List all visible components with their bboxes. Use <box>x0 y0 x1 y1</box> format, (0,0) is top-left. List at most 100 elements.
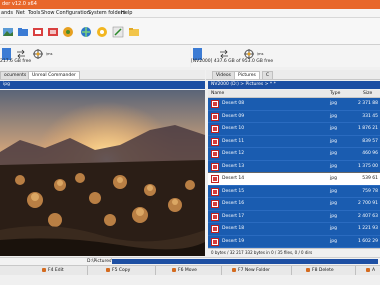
f8-delete-icon <box>306 268 310 272</box>
f9-icon <box>366 268 370 272</box>
file-size: 331 45 <box>362 113 378 119</box>
file-list-header: Name Type Size <box>208 90 380 98</box>
command-line: D:\Pictures\> <box>0 257 380 265</box>
window-title: der v12.0 x64 <box>2 1 37 7</box>
command-line-input[interactable] <box>112 259 378 264</box>
f6-move-button[interactable]: F6 Move <box>170 266 222 275</box>
settings-icon[interactable] <box>96 26 108 38</box>
f7-new-folder-icon <box>232 268 236 272</box>
pack-icon[interactable] <box>62 26 74 38</box>
file-row[interactable]: Desert 15 jpg 759 78 <box>208 185 380 198</box>
file-name: Desert 19 <box>222 238 245 244</box>
image-file-icon <box>211 212 219 221</box>
right-status-text: 0 bytes / 32 217 332 bytes in 0 / 35 fil… <box>211 250 313 255</box>
file-type: jpg <box>330 213 337 219</box>
file-list[interactable]: Desert 08 jpg 2 371 88 Desert 09 jpg 331 45 De… <box>208 98 380 248</box>
file-size: 2 407 63 <box>357 213 378 219</box>
f9-button[interactable]: A <box>364 266 380 275</box>
tab-documents[interactable]: ocuments <box>0 71 31 79</box>
menu-item-system-folders[interactable]: System folders <box>88 9 125 17</box>
file-type: jpg <box>330 201 337 206</box>
right-path-bar[interactable]: NV2000 (D:) > Pictures > * * <box>208 81 380 89</box>
tab-unreal-commander[interactable]: Unreal Commander <box>28 71 80 79</box>
f6-move-icon <box>172 268 176 272</box>
menu-item-net[interactable]: Net <box>16 9 25 17</box>
file-row[interactable]: Desert 10 jpg 1 876 21 <box>208 123 380 136</box>
file-size: 1 876 21 <box>357 126 378 131</box>
left-path: ipg <box>3 82 10 87</box>
file-size: 759 78 <box>362 188 378 194</box>
file-row[interactable]: Desert 11 jpg 839 57 <box>208 135 380 148</box>
file-row[interactable]: Desert 18 jpg 1 221 93 <box>208 223 380 236</box>
file-row[interactable]: Desert 16 jpg 2 700 91 <box>208 198 380 211</box>
right-drive-bar: \ms [NV2000] 437.6 GB of 953.0 GB free <box>191 45 380 67</box>
compare-icon[interactable] <box>112 26 124 38</box>
file-type: jpg <box>330 238 337 244</box>
tree-icon[interactable] <box>47 26 59 38</box>
menu-item-tools[interactable]: Tools <box>28 9 40 17</box>
file-row[interactable]: Desert 08 jpg 2 371 88 <box>208 98 380 111</box>
network-label: \ms <box>46 52 53 56</box>
file-name: Desert 09 <box>222 113 245 119</box>
tab-videos[interactable]: Videos <box>212 71 235 79</box>
image-file-icon <box>211 125 219 133</box>
f8-delete-button[interactable]: F8 Delete <box>304 266 356 275</box>
file-row[interactable]: Desert 09 jpg 331 45 <box>208 110 380 123</box>
open-folder-icon[interactable] <box>128 26 140 38</box>
file-type: jpg <box>330 113 337 119</box>
column-name[interactable]: Name <box>211 90 224 97</box>
toolbar <box>0 18 380 45</box>
tab-pictures[interactable]: Pictures <box>234 71 260 79</box>
f4-edit-button[interactable]: F4 Edit <box>40 266 88 275</box>
menu-item-commands[interactable]: ands <box>1 9 13 17</box>
column-size[interactable]: Size <box>363 90 372 97</box>
file-size: 460 96 <box>362 151 378 156</box>
file-row[interactable]: Desert 13 jpg 1 375 00 <box>208 160 380 173</box>
menu-item-show[interactable]: Show <box>41 9 55 17</box>
window-bottom <box>0 275 380 285</box>
search-icon[interactable] <box>80 26 92 38</box>
menu-bar: ands Net Tools Show Configuration System… <box>0 9 380 18</box>
file-row[interactable]: Desert 14 jpg 539 61 <box>208 172 380 187</box>
file-type: jpg <box>330 101 337 106</box>
image-file-icon <box>211 175 219 183</box>
f5-copy-button[interactable]: F5 Copy <box>104 266 156 275</box>
left-path-bar[interactable]: ipg <box>0 81 205 89</box>
image-file-icon <box>211 187 219 196</box>
image-file-icon <box>211 225 219 233</box>
tab-c[interactable]: C <box>262 71 274 79</box>
image-file-icon <box>211 150 219 158</box>
f4-edit-icon <box>42 268 46 272</box>
column-type[interactable]: Type <box>330 90 340 97</box>
image-file-icon <box>211 162 219 171</box>
file-name: Desert 16 <box>222 201 245 206</box>
file-name: Desert 18 <box>222 226 245 231</box>
file-name: Desert 10 <box>222 126 245 131</box>
folder-icon[interactable] <box>17 26 29 38</box>
file-size: 839 57 <box>362 138 378 144</box>
image-file-icon <box>211 237 219 246</box>
f7-new-folder-button[interactable]: F7 New Folder <box>230 266 292 275</box>
image-file-icon <box>211 100 219 108</box>
file-name: Desert 11 <box>222 138 245 144</box>
file-size: 2 700 91 <box>357 201 378 206</box>
right-free-space: [NV2000] 437.6 GB of 953.0 GB free <box>191 59 274 64</box>
network-label: \ms <box>257 52 264 56</box>
refresh-icon[interactable] <box>32 26 44 38</box>
left-free-space: 217.6 GB free <box>0 59 32 64</box>
menu-item-configuration[interactable]: Configuration <box>56 9 90 17</box>
file-size: 2 371 88 <box>357 101 378 106</box>
file-row[interactable]: Desert 19 jpg 1 602 29 <box>208 235 380 248</box>
file-name: Desert 12 <box>222 151 245 156</box>
right-status-bar: 0 bytes / 32 217 332 bytes in 0 / 35 fil… <box>208 248 380 256</box>
file-row[interactable]: Desert 12 jpg 460 96 <box>208 148 380 161</box>
network-icon[interactable] <box>32 48 44 60</box>
f5-copy-icon <box>106 268 110 272</box>
image-file-icon <box>211 137 219 146</box>
image-icon[interactable] <box>2 26 14 38</box>
file-name: Desert 17 <box>222 213 245 219</box>
menu-item-help[interactable]: Help <box>121 9 132 17</box>
file-type: jpg <box>330 188 337 194</box>
file-row[interactable]: Desert 17 jpg 2 407 63 <box>208 210 380 223</box>
image-file-icon <box>211 112 219 121</box>
